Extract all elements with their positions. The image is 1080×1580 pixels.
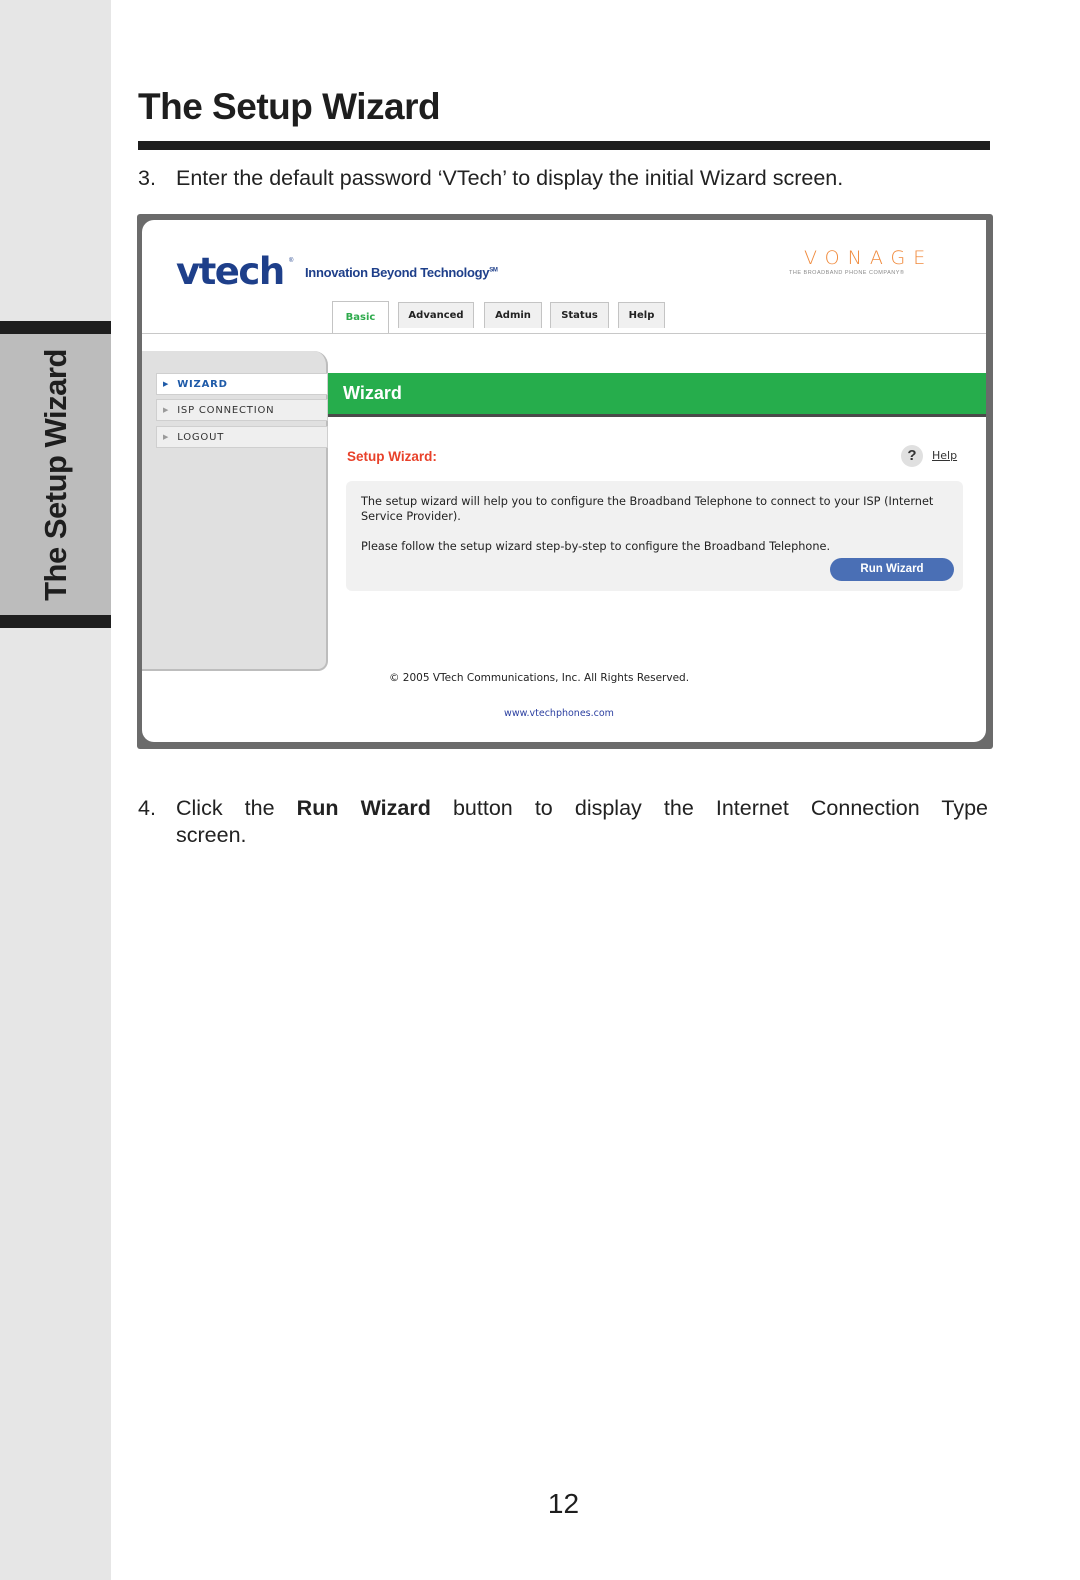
embedded-screenshot: vtech ® Innovation Beyond TechnologySM V… — [137, 214, 993, 749]
step-4-text-pre: Click the — [176, 796, 297, 820]
step-4: 4. Click the Run Wizard button to display… — [138, 794, 988, 823]
website-link-text[interactable]: www.vtechphones.com — [504, 708, 614, 719]
run-wizard-button[interactable]: Run Wizard — [830, 558, 954, 581]
title-rule — [138, 141, 990, 150]
step-4-number: 4. — [138, 796, 156, 820]
triangle-right-icon: ▶ — [163, 406, 170, 414]
service-mark: SM — [489, 267, 498, 274]
vonage-tagline: THE BROADBAND PHONE COMPANY® — [789, 270, 905, 276]
help-question-icon[interactable]: ? — [901, 445, 923, 467]
help-link[interactable]: Help — [932, 449, 957, 462]
vtech-logo: vtech — [176, 250, 285, 293]
tab-basic[interactable]: Basic — [332, 301, 389, 333]
registered-mark: ® — [289, 258, 294, 264]
router-web-ui: vtech ® Innovation Beyond TechnologySM V… — [142, 220, 986, 742]
info-box: The setup wizard will help you to config… — [346, 481, 963, 591]
nav-item-label: LOGOUT — [177, 431, 225, 443]
step-4-text-bold: Run Wizard — [296, 796, 431, 820]
chapter-tab-label: The Setup Wizard — [37, 348, 73, 601]
tab-help[interactable]: Help — [618, 302, 665, 328]
page-title: The Setup Wizard — [138, 86, 441, 127]
triangle-right-icon: ▶ — [163, 380, 170, 388]
tagline: Innovation Beyond TechnologySM — [305, 265, 498, 280]
chapter-tab: The Setup Wizard — [0, 321, 111, 628]
tagline-text: Innovation Beyond Technology — [305, 265, 490, 280]
nav-item-wizard[interactable]: ▶ WIZARD — [156, 373, 328, 395]
step-3: 3. Enter the default password ‘VTech’ to … — [138, 166, 843, 191]
nav-item-logout[interactable]: ▶ LOGOUT — [156, 426, 328, 448]
copyright-text: © 2005 VTech Communications, Inc. All Ri… — [388, 672, 690, 684]
vonage-logo: VONAGE — [804, 247, 934, 269]
page-number: 12 — [547, 1488, 580, 1519]
setup-wizard-title: Setup Wizard: — [347, 449, 437, 464]
left-nav: ▶ WIZARD ▶ ISP CONNECTION ▶ LOGOUT — [142, 351, 328, 671]
info-paragraph-2: Please follow the setup wizard step-by-s… — [361, 540, 831, 553]
step-3-text: Enter the default password ‘VTech’ to di… — [176, 166, 844, 190]
nav-item-isp-connection[interactable]: ▶ ISP CONNECTION — [156, 399, 328, 421]
section-header-title: Wizard — [343, 383, 402, 403]
chapter-tab-bar-top — [0, 321, 111, 334]
chapter-tab-bar-bottom — [0, 615, 111, 628]
info-paragraph-1: The setup wizard will help you to config… — [361, 495, 934, 523]
triangle-right-icon: ▶ — [163, 433, 170, 441]
tab-status[interactable]: Status — [550, 302, 609, 328]
step-4-line-2: screen. — [176, 823, 247, 847]
nav-item-label: ISP CONNECTION — [177, 404, 275, 416]
tab-admin[interactable]: Admin — [484, 302, 542, 328]
section-header: Wizard — [328, 373, 986, 417]
tabs-baseline — [142, 333, 986, 334]
tab-advanced[interactable]: Advanced — [398, 302, 474, 328]
step-4-text-post: button to display the Internet Connectio… — [430, 796, 988, 820]
nav-item-label: WIZARD — [177, 378, 228, 390]
side-strip — [0, 0, 111, 1580]
copyright: © 2005 VTech Communications, Inc. All Ri… — [142, 672, 986, 684]
step-3-number: 3. — [138, 166, 156, 190]
website-link[interactable]: www.vtechphones.com — [142, 708, 986, 719]
